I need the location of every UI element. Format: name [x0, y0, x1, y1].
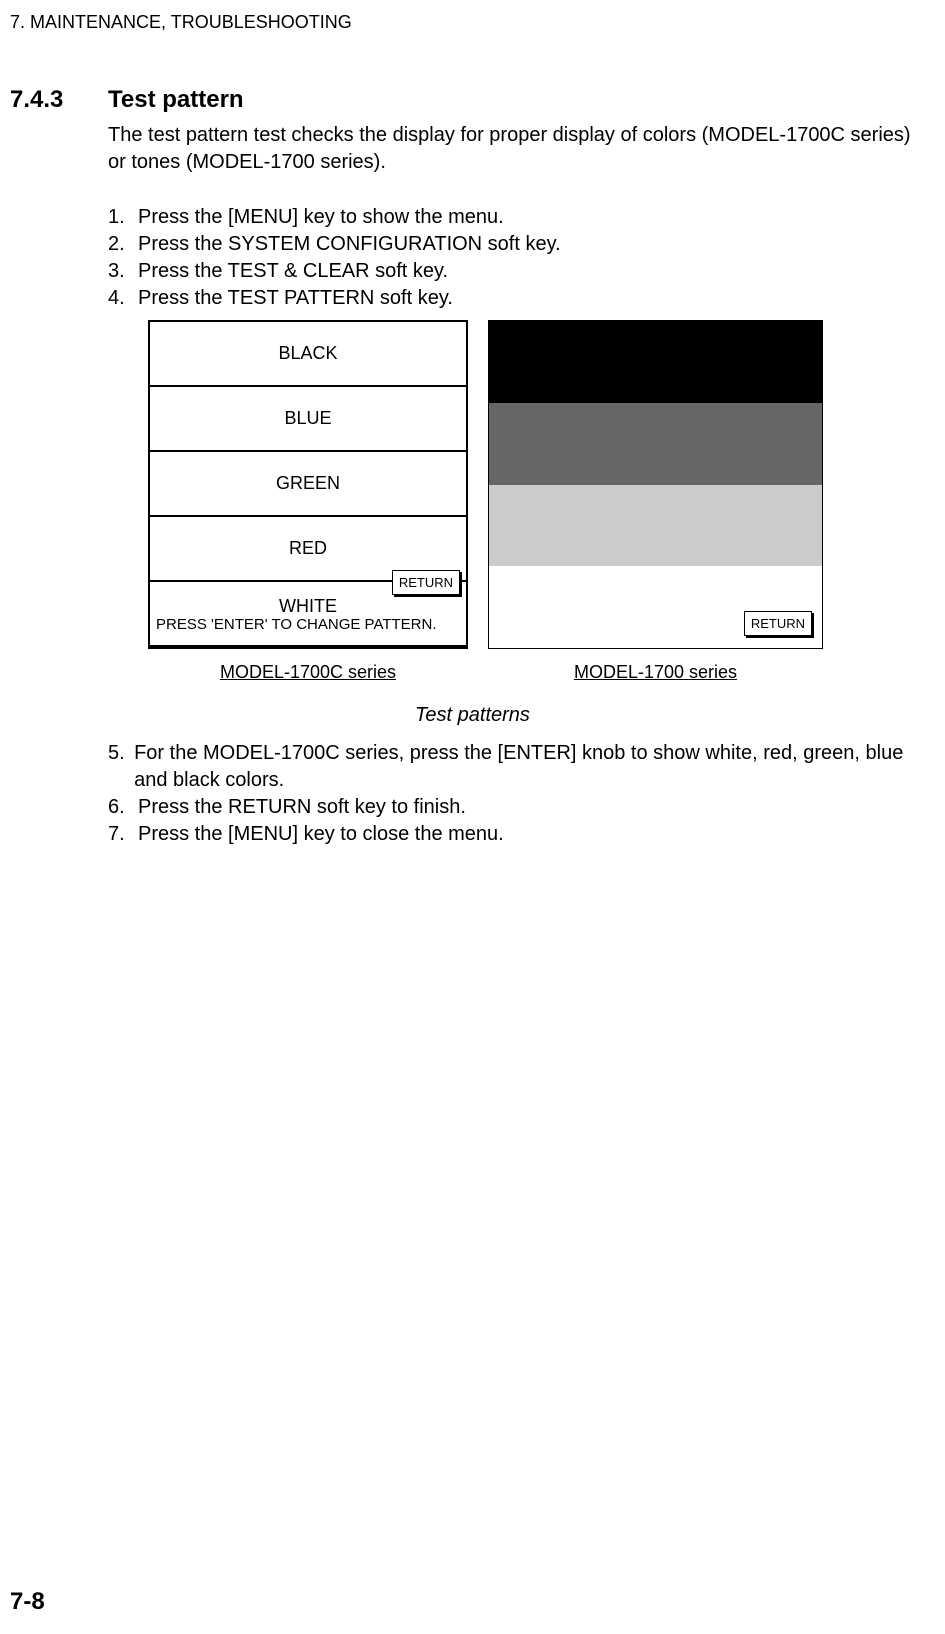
tone-lightgray	[489, 485, 822, 567]
step-text: Press the SYSTEM CONFIGURATION soft key.	[138, 231, 561, 258]
white-label: WHITE	[279, 596, 337, 617]
steps-list-1: 1.Press the [MENU] key to show the menu.…	[108, 204, 561, 312]
step-number: 6.	[108, 794, 138, 821]
step-number: 7.	[108, 821, 138, 848]
step-item: 6.Press the RETURN soft key to finish.	[108, 794, 938, 821]
step-text: Press the TEST PATTERN soft key.	[138, 285, 453, 312]
step-number: 4.	[108, 285, 138, 312]
return-button[interactable]: RETURN	[744, 611, 812, 636]
step-number: 1.	[108, 204, 138, 231]
color-row-black: BLACK	[150, 322, 466, 387]
page-number: 7-8	[10, 1588, 45, 1616]
step-item: 1.Press the [MENU] key to show the menu.	[108, 204, 561, 231]
tone-darkgray	[489, 403, 822, 485]
step-item: 2.Press the SYSTEM CONFIGURATION soft ke…	[108, 231, 561, 258]
steps-list-2: 5.For the MODEL-1700C series, press the …	[108, 740, 938, 848]
step-text: For the MODEL-1700C series, press the [E…	[134, 740, 938, 794]
step-item: 5.For the MODEL-1700C series, press the …	[108, 740, 938, 794]
figure-area: BLACK BLUE GREEN RED WHITE PRESS 'ENTER'…	[148, 320, 828, 649]
step-number: 5.	[108, 740, 134, 794]
step-number: 2.	[108, 231, 138, 258]
return-button[interactable]: RETURN	[392, 570, 460, 595]
tone-black	[489, 321, 822, 403]
section-number: 7.4.3	[10, 86, 108, 114]
section-title: Test pattern	[108, 86, 244, 114]
section-heading-row: 7.4.3 Test pattern	[10, 86, 244, 114]
step-item: 4.Press the TEST PATTERN soft key.	[108, 285, 561, 312]
tone-white: RETURN	[489, 566, 822, 648]
press-enter-text: PRESS 'ENTER' TO CHANGE PATTERN.	[150, 617, 466, 638]
model-label-right: MODEL-1700 series	[488, 662, 823, 683]
step-number: 3.	[108, 258, 138, 285]
test-pattern-panel-tone: RETURN	[488, 320, 823, 649]
test-pattern-panel-color: BLACK BLUE GREEN RED WHITE PRESS 'ENTER'…	[148, 320, 468, 649]
intro-paragraph: The test pattern test checks the display…	[108, 122, 928, 176]
step-text: Press the [MENU] key to close the menu.	[138, 821, 504, 848]
color-row-blue: BLUE	[150, 387, 466, 452]
step-item: 3.Press the TEST & CLEAR soft key.	[108, 258, 561, 285]
model-label-left: MODEL-1700C series	[148, 662, 468, 683]
figure-caption: Test patterns	[0, 704, 945, 727]
model-labels-row: MODEL-1700C series MODEL-1700 series	[148, 662, 828, 683]
step-text: Press the RETURN soft key to finish.	[138, 794, 466, 821]
color-row-green: GREEN	[150, 452, 466, 517]
page-header: 7. MAINTENANCE, TROUBLESHOOTING	[10, 12, 352, 33]
step-text: Press the TEST & CLEAR soft key.	[138, 258, 448, 285]
step-text: Press the [MENU] key to show the menu.	[138, 204, 504, 231]
step-item: 7.Press the [MENU] key to close the menu…	[108, 821, 938, 848]
